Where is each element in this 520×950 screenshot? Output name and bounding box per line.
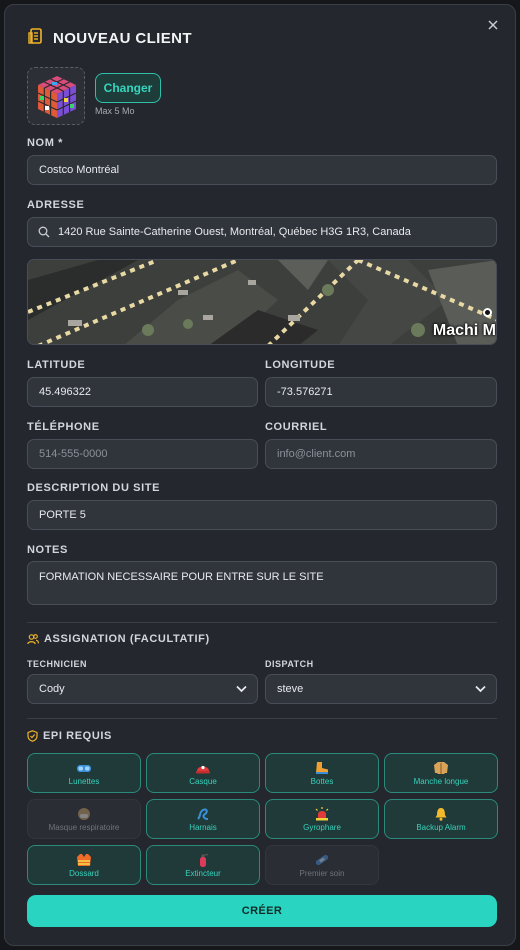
address-value: 1420 Rue Sainte-Catherine Ouest, Montréa… — [58, 226, 411, 238]
building-icon — [27, 27, 45, 50]
site-description-input[interactable]: PORTE 5 — [27, 500, 497, 530]
phone-input[interactable]: 514-555-0000 — [27, 439, 258, 469]
boot-icon — [314, 761, 330, 775]
bandage-icon — [314, 853, 330, 867]
extinguisher-icon — [195, 853, 211, 867]
chevron-down-icon — [475, 685, 486, 693]
technician-value: Cody — [39, 683, 65, 695]
address-input[interactable]: 1420 Rue Sainte-Catherine Ouest, Montréa… — [27, 217, 497, 247]
email-label: COURRIEL — [265, 421, 328, 433]
epi-label: Premier soin — [299, 868, 345, 878]
dispatch-value: steve — [277, 683, 304, 695]
chevron-down-icon — [236, 685, 247, 693]
epi-label: Gyrophare — [303, 822, 341, 832]
search-icon — [38, 226, 50, 238]
users-icon — [27, 633, 39, 645]
epi-label: Masque respiratoire — [48, 822, 120, 832]
longitude-label: LONGITUDE — [265, 359, 336, 371]
map-imagery — [28, 260, 496, 344]
epi-title-text: EPI REQUIS — [43, 730, 112, 742]
change-logo-button[interactable]: Changer — [95, 73, 161, 103]
close-icon[interactable] — [485, 17, 501, 33]
client-logo — [27, 67, 85, 125]
map-marker — [483, 308, 492, 317]
site-description-label: DESCRIPTION DU SITE — [27, 482, 161, 494]
max-size-hint: Max 5 Mo — [95, 106, 135, 116]
shield-check-icon — [27, 730, 38, 742]
epi-long-sleeve[interactable]: Manche longue — [384, 753, 498, 793]
epi-first-aid[interactable]: Premier soin — [265, 845, 379, 885]
helmet-icon — [195, 761, 211, 775]
name-label: NOM * — [27, 137, 63, 149]
phone-label: TÉLÉPHONE — [27, 421, 100, 433]
epi-extinguisher[interactable]: Extincteur — [146, 845, 260, 885]
satellite-map[interactable]: Machi M — [27, 259, 497, 345]
latitude-label: LATITUDE — [27, 359, 86, 371]
epi-label: Backup Alarm — [416, 822, 466, 832]
epi-boots[interactable]: Bottes — [265, 753, 379, 793]
name-input[interactable]: Costco Montréal — [27, 155, 497, 185]
beacon-icon — [314, 806, 330, 821]
email-input[interactable]: info@client.com — [265, 439, 497, 469]
epi-goggles[interactable]: Lunettes — [27, 753, 141, 793]
dispatch-select[interactable]: steve — [265, 674, 497, 704]
epi-backup-alarm[interactable]: Backup Alarm — [384, 799, 498, 839]
address-label: ADRESSE — [27, 199, 85, 211]
assignment-section-title: ASSIGNATION (FACULTATIF) — [27, 633, 210, 645]
mask-icon — [76, 807, 92, 821]
harness-icon — [195, 807, 211, 821]
epi-section-title: EPI REQUIS — [27, 730, 112, 742]
notes-label: NOTES — [27, 544, 68, 556]
new-client-modal: NOUVEAU CLIENT Changer Max 5 Mo NOM * Co… — [4, 4, 516, 946]
bell-icon — [433, 807, 449, 821]
epi-label: Lunettes — [68, 776, 100, 786]
epi-label: Casque — [189, 776, 217, 786]
coat-icon — [433, 761, 449, 775]
assignment-title-text: ASSIGNATION (FACULTATIF) — [44, 633, 210, 645]
epi-label: Extincteur — [185, 868, 221, 878]
epi-vest[interactable]: Dossard — [27, 845, 141, 885]
divider — [27, 622, 497, 623]
epi-harness[interactable]: Harnais — [146, 799, 260, 839]
technician-label: TECHNICIEN — [27, 659, 88, 669]
epi-beacon[interactable]: Gyrophare — [265, 799, 379, 839]
vest-icon — [76, 853, 92, 867]
longitude-input[interactable]: -73.576271 — [265, 377, 497, 407]
epi-label: Dossard — [69, 868, 99, 878]
technician-select[interactable]: Cody — [27, 674, 258, 704]
epi-label: Manche longue — [413, 776, 469, 786]
epi-respirator[interactable]: Masque respiratoire — [27, 799, 141, 839]
notes-textarea[interactable]: FORMATION NECESSAIRE POUR ENTRE SUR LE S… — [27, 561, 497, 605]
modal-header: NOUVEAU CLIENT — [27, 27, 192, 49]
create-button[interactable]: CRÉER — [27, 895, 497, 927]
map-place-label: Machi M — [432, 322, 496, 339]
epi-label: Bottes — [310, 776, 334, 786]
dispatch-label: DISPATCH — [265, 659, 314, 669]
logo-image — [28, 68, 84, 124]
divider — [27, 718, 497, 719]
epi-label: Harnais — [189, 822, 217, 832]
epi-helmet[interactable]: Casque — [146, 753, 260, 793]
modal-title: NOUVEAU CLIENT — [53, 29, 192, 47]
goggles-icon — [76, 761, 92, 775]
latitude-input[interactable]: 45.496322 — [27, 377, 258, 407]
